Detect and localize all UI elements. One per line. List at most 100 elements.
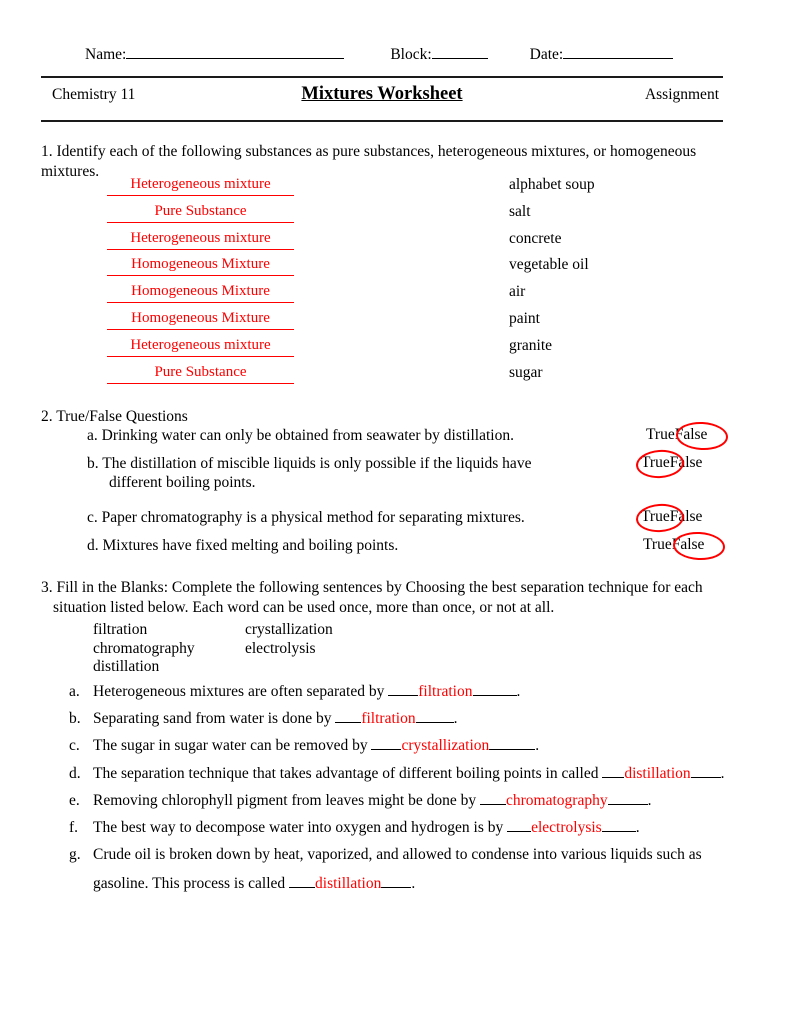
name-blank[interactable] <box>126 45 345 59</box>
question-1-row: Homogeneous Mixture air <box>41 283 723 310</box>
fill-in-sentence: Separating sand from water is done by <box>93 710 332 728</box>
false-option[interactable]: False <box>675 426 708 444</box>
fill-in-answer-text: chromatography <box>506 791 608 809</box>
true-false-options: TrueFalse <box>643 530 726 562</box>
fill-in-sentence: Heterogeneous mixtures are often separat… <box>93 683 385 700</box>
sentence-period: . <box>453 710 458 728</box>
fill-in-item: a. Heterogeneous mixtures are often separ… <box>41 682 751 702</box>
fill-in-answer-blank[interactable]: electrolysis. <box>503 818 640 836</box>
true-false-options: TrueFalse <box>646 420 729 452</box>
question-1-row: Heterogeneous mixture alphabet soup <box>41 176 723 203</box>
blank-rule-right <box>472 683 517 696</box>
blank-rule-right <box>381 875 412 889</box>
question-1-answer-blank[interactable]: Homogeneous Mixture <box>107 310 294 330</box>
question-1-answer-blank[interactable]: Heterogeneous mixture <box>107 176 294 196</box>
question-2-heading: 2. True/False Questions <box>41 408 188 425</box>
fill-in-answer-text: filtration <box>361 710 416 728</box>
question-1-answer-blank[interactable]: Heterogeneous mixture <box>107 230 294 250</box>
question-1-answer-blank[interactable]: Pure Substance <box>107 203 294 223</box>
false-option[interactable]: False <box>670 508 703 526</box>
fill-in-answer-text: electrolysis <box>531 818 602 836</box>
block-blank[interactable] <box>431 45 488 59</box>
fill-in-answer-blank[interactable]: crystallization. <box>368 737 539 754</box>
question-1-list: Heterogeneous mixture alphabet soup Pure S… <box>41 176 723 390</box>
word-bank-term: electrolysis <box>245 639 316 657</box>
true-false-options: TrueFalse <box>635 448 703 480</box>
header-rule-bottom <box>41 120 723 122</box>
question-1-answer-blank[interactable]: Pure Substance <box>107 364 294 384</box>
blank-rule-left <box>388 683 419 696</box>
fill-in-item-letter: f. <box>69 818 79 836</box>
question-1-row: Pure Substance sugar <box>41 364 723 391</box>
block-label: Block: <box>390 46 432 63</box>
date-label: Date: <box>529 46 564 63</box>
fill-in-sentence: The sugar in sugar water can be removed … <box>93 737 368 755</box>
blank-rule-left <box>371 737 402 751</box>
page-title: Mixtures Worksheet <box>301 84 463 104</box>
fill-in-sentence-continued: gasoline. This process is called distill… <box>93 874 751 894</box>
question-1-substance: air <box>509 283 526 301</box>
question-1-substance: vegetable oil <box>509 256 589 274</box>
false-option[interactable]: False <box>670 454 703 472</box>
blank-rule-left <box>480 792 507 805</box>
question-1-row: Pure Substance salt <box>41 203 723 230</box>
word-bank-term: crystallization <box>245 621 333 638</box>
fill-in-item-letter: a. <box>69 683 80 700</box>
sentence-period: . <box>647 791 652 809</box>
fill-in-item-letter: g. <box>69 846 81 864</box>
true-false-statement-continued: different boiling points. <box>109 474 256 491</box>
question-3-list: a. Heterogeneous mixtures are often separ… <box>41 682 751 901</box>
word-bank-row: distillation <box>93 658 741 677</box>
word-bank-row: filtration crystallization <box>93 621 741 640</box>
question-1-answer-blank[interactable]: Homogeneous Mixture <box>107 283 294 304</box>
question-1-answer-blank[interactable]: Heterogeneous mixture <box>107 337 294 357</box>
true-option[interactable]: True <box>641 454 670 472</box>
word-bank-term: chromatography <box>93 639 195 657</box>
date-blank[interactable] <box>563 45 674 59</box>
fill-in-answer-blank[interactable]: filtration. <box>331 710 457 727</box>
word-bank-row: chromatography electrolysis <box>93 640 741 659</box>
fill-in-sentence: Removing chlorophyll pigment from leaves… <box>93 791 477 809</box>
title-row: Chemistry 11 Mixtures Worksheet Assignme… <box>41 84 723 112</box>
true-option[interactable]: True <box>641 508 670 526</box>
blank-rule-left <box>602 765 625 778</box>
fill-in-answer-blank[interactable]: chromatography. <box>476 792 651 809</box>
question-1-substance: paint <box>509 309 540 327</box>
false-option[interactable]: False <box>672 536 705 554</box>
question-3-prompt-line2: situation listed below. Each word can be… <box>53 599 555 616</box>
question-3-prompt: 3. Fill in the Blanks: Complete the foll… <box>41 578 741 618</box>
question-1-answer-blank[interactable]: Homogeneous Mixture <box>107 256 294 277</box>
fill-in-item-letter: c. <box>69 737 80 755</box>
question-1-substance: sugar <box>509 363 543 381</box>
fill-in-item: c. The sugar in sugar water can be remove… <box>41 736 751 756</box>
fill-in-answer-blank[interactable]: distillation. <box>285 875 415 892</box>
fill-in-sentence: Crude oil is broken down by heat, vapori… <box>93 846 702 864</box>
true-false-statement: c. Paper chromatography is a physical me… <box>87 509 525 526</box>
fill-in-sentence: The separation technique that takes adva… <box>93 764 599 782</box>
fill-in-item: f. The best way to decompose water into o… <box>41 818 751 838</box>
question-1-substance: granite <box>509 336 553 354</box>
true-option[interactable]: True <box>643 536 672 554</box>
question-1-substance: salt <box>509 202 531 220</box>
fill-in-sentence-continued-text: gasoline. This process is called <box>93 875 286 893</box>
blank-rule-right <box>415 710 454 724</box>
sentence-period: . <box>720 764 725 782</box>
fill-in-item-letter: e. <box>69 791 80 809</box>
blank-rule-left <box>335 710 362 724</box>
header-rule-top <box>41 76 723 78</box>
true-false-options: TrueFalse <box>635 502 703 534</box>
fill-in-item-letter: b. <box>69 710 81 728</box>
assignment-label: Assignment <box>644 86 719 103</box>
blank-rule-right <box>690 765 721 778</box>
question-3-block: 3. Fill in the Blanks: Complete the foll… <box>41 578 741 677</box>
sentence-period: . <box>411 875 416 893</box>
fill-in-sentence: The best way to decompose water into oxy… <box>93 818 504 836</box>
blank-rule-right <box>601 819 636 832</box>
blank-rule-left <box>289 875 316 889</box>
true-option[interactable]: True <box>646 426 675 444</box>
fill-in-answer-blank[interactable]: distillation. <box>598 764 725 782</box>
fill-in-item-letter: d. <box>69 764 81 782</box>
word-bank-term: filtration <box>93 621 148 638</box>
fill-in-answer-text: distillation <box>315 875 382 893</box>
fill-in-answer-blank[interactable]: filtration. <box>384 683 520 700</box>
